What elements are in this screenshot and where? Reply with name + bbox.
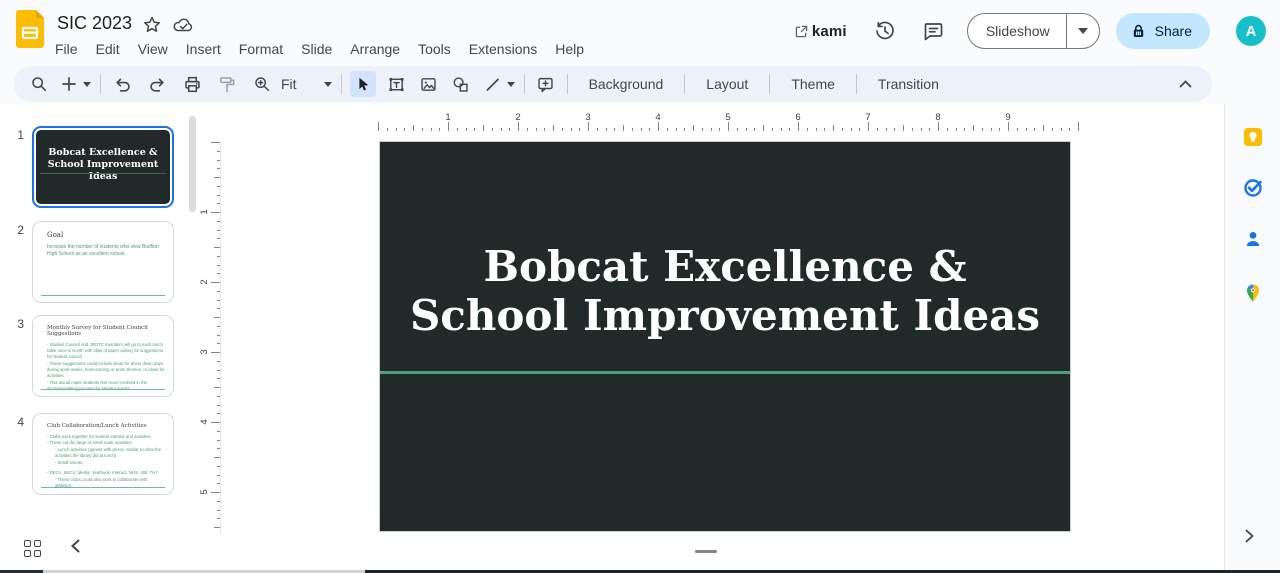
slide-thumbnail-3[interactable]: Monthly Survey for Student Council Sugge… [32, 315, 174, 397]
slide-accent-line [380, 371, 1070, 374]
thumb-title: Club Collaboration/Lunch Activities [33, 414, 173, 429]
menu-tools[interactable]: Tools [409, 38, 460, 60]
undo-button[interactable] [109, 71, 135, 97]
collapse-filmstrip-icon[interactable] [71, 539, 80, 558]
slide-number: 2 [0, 221, 32, 237]
thumb-body: - Student Council and JROTC members will… [33, 337, 173, 392]
slide-number: 3 [0, 315, 32, 331]
shape-tool[interactable] [448, 71, 474, 97]
thumb-row-2: 2GoalIncrease the number of students who… [0, 221, 200, 303]
google-slides-logo-icon[interactable] [16, 10, 44, 53]
transition-button[interactable]: Transition [865, 76, 952, 92]
slide-canvas: 123456789 12345 Bobcat Excellence &Schoo… [200, 104, 1224, 570]
workspace: 1Bobcat Excellence &School Improvement I… [0, 104, 1224, 570]
new-slide-button[interactable] [56, 71, 82, 97]
menu-insert[interactable]: Insert [177, 38, 230, 60]
share-button[interactable]: Share [1116, 13, 1210, 49]
theme-button[interactable]: Theme [778, 76, 848, 92]
layout-button[interactable]: Layout [693, 76, 761, 92]
lock-icon [1130, 22, 1147, 40]
insert-image-tool[interactable] [416, 71, 442, 97]
search-menus-icon[interactable] [26, 71, 52, 97]
collapse-toolbar-icon[interactable] [1172, 71, 1198, 97]
select-tool[interactable] [350, 71, 376, 97]
v-ruler: 12345 [206, 142, 221, 534]
menu-help[interactable]: Help [546, 38, 593, 60]
thumb-row-1: 1Bobcat Excellence &School Improvement I… [0, 126, 200, 208]
menu-view[interactable]: View [129, 38, 177, 60]
canvas-scroll-handle[interactable] [695, 550, 717, 553]
thumb-title: Bobcat Excellence &School Improvement Id… [36, 147, 170, 183]
contacts-icon[interactable] [1243, 229, 1263, 249]
add-comment-tool[interactable] [533, 71, 559, 97]
menu-edit[interactable]: Edit [87, 38, 129, 60]
zoom-fit-dropdown[interactable] [323, 71, 333, 97]
slideshow-dropdown[interactable] [1067, 14, 1099, 48]
slideshow-button[interactable]: Slideshow [967, 13, 1100, 49]
kami-extension-button[interactable]: kami [795, 23, 847, 40]
background-button[interactable]: Background [576, 76, 677, 92]
line-tool[interactable] [480, 71, 506, 97]
slide-number: 4 [0, 413, 32, 429]
thumb-row-3: 3Monthly Survey for Student Council Sugg… [0, 315, 200, 397]
zoom-icon[interactable] [249, 71, 275, 97]
document-title[interactable]: SIC 2023 [57, 13, 132, 34]
slide-thumbnail-4[interactable]: Club Collaboration/Lunch Activities- Clu… [32, 413, 174, 495]
side-panel: 31 [1224, 62, 1280, 570]
h-ruler: 123456789 [378, 114, 1081, 131]
line-tool-dropdown[interactable] [506, 71, 516, 97]
menu-slide[interactable]: Slide [292, 38, 341, 60]
tasks-icon[interactable] [1243, 178, 1263, 198]
current-slide[interactable]: Bobcat Excellence &School Improvement Id… [380, 142, 1070, 531]
keep-icon[interactable] [1243, 127, 1263, 147]
comments-icon[interactable] [921, 19, 945, 43]
redo-button[interactable] [144, 71, 170, 97]
thumb-title: Monthly Survey for Student Council Sugge… [33, 316, 173, 337]
menu-bar: FileEditViewInsertFormatSlideArrangeTool… [46, 36, 593, 62]
menu-extensions[interactable]: Extensions [460, 38, 546, 60]
slide-number: 1 [0, 126, 32, 142]
collapse-side-panel-icon[interactable] [1245, 529, 1254, 548]
slide-thumbnail-2[interactable]: GoalIncrease the number of students who … [32, 221, 174, 303]
version-history-icon[interactable] [873, 19, 897, 43]
zoom-fit-select[interactable]: Fit [281, 76, 297, 92]
grid-view-icon[interactable] [24, 540, 41, 557]
slide-thumbnail-1[interactable]: Bobcat Excellence &School Improvement Id… [32, 126, 174, 208]
maps-icon[interactable] [1243, 283, 1263, 303]
thumb-body: - Clubs work together for student intere… [33, 429, 173, 489]
filmstrip: 1Bobcat Excellence &School Improvement I… [0, 104, 200, 570]
thumb-row-4: 4Club Collaboration/Lunch Activities- Cl… [0, 413, 200, 495]
print-icon[interactable] [179, 71, 205, 97]
menu-file[interactable]: File [46, 38, 87, 60]
filmstrip-scrollbar[interactable] [189, 116, 196, 212]
slide-title[interactable]: Bobcat Excellence &School Improvement Id… [380, 242, 1070, 340]
thumb-body: Increase the number of students who view… [33, 239, 173, 258]
menu-arrange[interactable]: Arrange [341, 38, 409, 60]
textbox-tool[interactable] [384, 71, 410, 97]
account-avatar[interactable]: A [1236, 16, 1266, 46]
filmstrip-list: 1Bobcat Excellence &School Improvement I… [0, 126, 200, 495]
paint-format-icon[interactable] [214, 71, 240, 97]
toolbar: Fit Background Layout Theme Transition [14, 66, 1212, 102]
external-link-icon [795, 25, 808, 38]
thumb-title: Goal [33, 222, 173, 239]
menu-format[interactable]: Format [230, 38, 292, 60]
new-slide-dropdown[interactable] [82, 71, 92, 97]
